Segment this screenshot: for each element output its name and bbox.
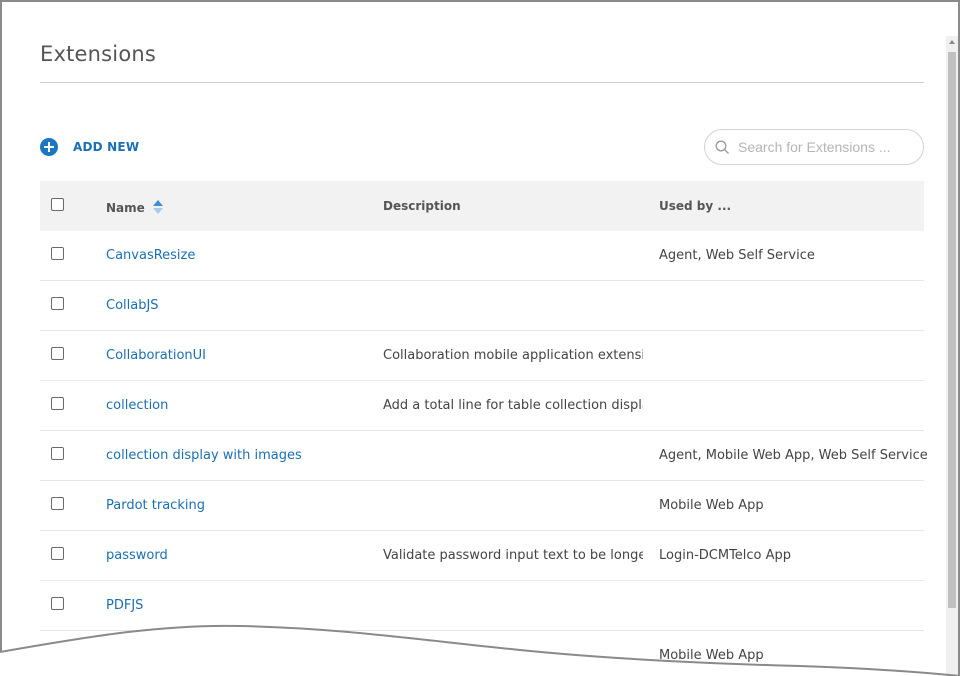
add-new-button[interactable]: ADD NEW [40, 138, 139, 156]
row-checkbox[interactable] [51, 497, 64, 510]
row-checkbox[interactable] [51, 547, 64, 560]
table-row: password Validate password input text to… [40, 531, 924, 581]
page-title: Extensions [40, 42, 157, 66]
row-checkbox[interactable] [51, 447, 64, 460]
select-all-checkbox[interactable] [51, 198, 64, 211]
extension-used-by: Mobile Web App [659, 498, 764, 513]
row-checkbox[interactable] [51, 597, 64, 610]
row-checkbox[interactable] [51, 347, 64, 360]
torn-edge-decoration [0, 624, 960, 676]
table-row: collection Add a total line for table co… [40, 381, 924, 431]
table-row: collection display with images Agent, Mo… [40, 431, 928, 481]
table-row: CanvasResize Agent, Web Self Service [40, 231, 924, 281]
sort-icon[interactable] [152, 199, 163, 214]
table-row: Pardot tracking Mobile Web App [40, 481, 924, 531]
extension-name-link[interactable]: collection [106, 398, 168, 413]
extension-description: Add a total line for table collection di… [383, 398, 643, 413]
description-column-header: Description [383, 199, 461, 213]
scrollbar-thumb[interactable] [948, 52, 956, 608]
used-by-column-header: Used by ... [659, 199, 732, 213]
row-checkbox[interactable] [51, 397, 64, 410]
table-row: CollabJS [40, 281, 924, 331]
row-checkbox[interactable] [51, 247, 64, 260]
extension-name-link[interactable]: collection display with images [106, 448, 302, 463]
scroll-up-arrow-icon[interactable] [949, 40, 955, 44]
title-divider [40, 82, 924, 83]
row-checkbox[interactable] [51, 297, 64, 310]
extension-description: Validate password input text to be longe… [383, 548, 643, 563]
search-input[interactable] [738, 139, 918, 155]
extension-description: Collaboration mobile application extensi… [383, 348, 643, 363]
extension-used-by: Agent, Mobile Web App, Web Self Service [659, 448, 928, 463]
extensions-table: Name Description Used by ... CanvasResiz… [40, 181, 928, 676]
plus-circle-icon [40, 138, 58, 156]
extension-name-link[interactable]: Pardot tracking [106, 498, 205, 513]
extension-used-by: Agent, Web Self Service [659, 248, 815, 263]
extension-used-by: Login-DCMTelco App [659, 548, 792, 563]
vertical-scrollbar[interactable] [946, 36, 958, 676]
search-box[interactable] [704, 129, 924, 165]
table-row: CollaborationUI Collaboration mobile app… [40, 331, 924, 381]
name-header-label: Name [106, 200, 145, 215]
extension-name-link[interactable]: CanvasResize [106, 248, 195, 263]
extension-name-link[interactable]: password [106, 548, 168, 563]
extensions-panel: Extensions ADD NEW Name Description Used… [0, 0, 960, 676]
extension-name-link[interactable]: CollabJS [106, 298, 159, 313]
add-new-label: ADD NEW [73, 140, 140, 154]
name-column-header[interactable]: Name [106, 197, 163, 216]
table-header: Name Description Used by ... [40, 181, 924, 231]
extension-name-link[interactable]: CollaborationUI [106, 348, 206, 363]
search-icon [715, 140, 730, 155]
